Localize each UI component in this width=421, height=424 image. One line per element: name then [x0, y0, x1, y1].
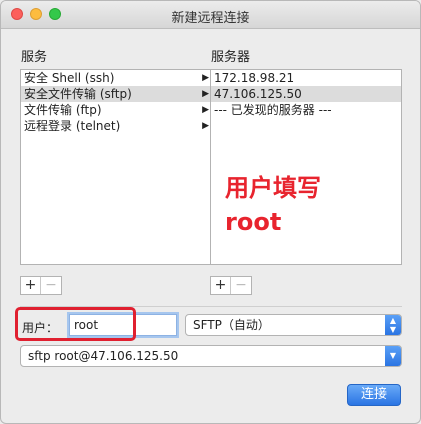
servers-list: 172.18.98.21 47.106.125.50 --- 已发现的服务器 -…	[210, 69, 402, 265]
servers-add-remove: + −	[210, 276, 252, 295]
annotation-text: root	[225, 208, 282, 236]
select-stepper-icon: ▲ ▼	[385, 315, 401, 335]
select-chevron-icon: ▼	[385, 346, 401, 366]
new-remote-connection-window: 新建远程连接 服务 服务器 安全 Shell (ssh) ▶ 安全文件传输 (s…	[0, 0, 421, 424]
disclosure-arrow-icon: ▶	[202, 105, 209, 115]
server-item-discovered-divider: --- 已发现的服务器 ---	[214, 103, 332, 117]
add-service-button[interactable]: +	[21, 277, 41, 294]
annotation-text: 用户填写	[225, 174, 321, 202]
title-bar: 新建远程连接	[1, 1, 420, 29]
services-list: 安全 Shell (ssh) ▶ 安全文件传输 (sftp) ▶ 文件传输 (f…	[20, 69, 211, 265]
servers-header: 服务器	[211, 50, 251, 65]
services-add-remove: + −	[20, 276, 62, 295]
connect-button[interactable]: 连接	[347, 384, 401, 406]
server-item[interactable]: 172.18.98.21	[211, 70, 401, 86]
command-select[interactable]: sftp root@47.106.125.50 ▼	[20, 345, 402, 367]
command-select-value: sftp root@47.106.125.50	[28, 349, 179, 363]
remove-service-button[interactable]: −	[41, 277, 61, 294]
service-item-label: 安全 Shell (ssh)	[24, 71, 115, 85]
disclosure-arrow-icon: ▶	[202, 121, 209, 131]
protocol-select-value: SFTP（自动）	[193, 318, 270, 332]
server-item[interactable]: 47.106.125.50	[211, 86, 401, 102]
service-item-telnet[interactable]: 远程登录 (telnet) ▶	[21, 118, 211, 134]
service-item-ssh[interactable]: 安全 Shell (ssh) ▶	[21, 70, 211, 86]
remove-server-button[interactable]: −	[231, 277, 251, 294]
services-header: 服务	[21, 50, 48, 65]
add-server-button[interactable]: +	[211, 277, 231, 294]
protocol-select[interactable]: SFTP（自动） ▲ ▼	[185, 314, 402, 336]
service-item-label: 安全文件传输 (sftp)	[24, 87, 132, 101]
service-item-ftp[interactable]: 文件传输 (ftp) ▶	[21, 102, 211, 118]
disclosure-arrow-icon: ▶	[202, 73, 209, 83]
service-item-sftp[interactable]: 安全文件传输 (sftp) ▶	[21, 86, 211, 102]
service-item-label: 文件传输 (ftp)	[24, 103, 102, 117]
disclosure-arrow-icon: ▶	[202, 89, 209, 99]
window-title: 新建远程连接	[171, 11, 250, 26]
service-item-label: 远程登录 (telnet)	[24, 119, 121, 133]
highlight-annotation-box	[15, 307, 136, 341]
